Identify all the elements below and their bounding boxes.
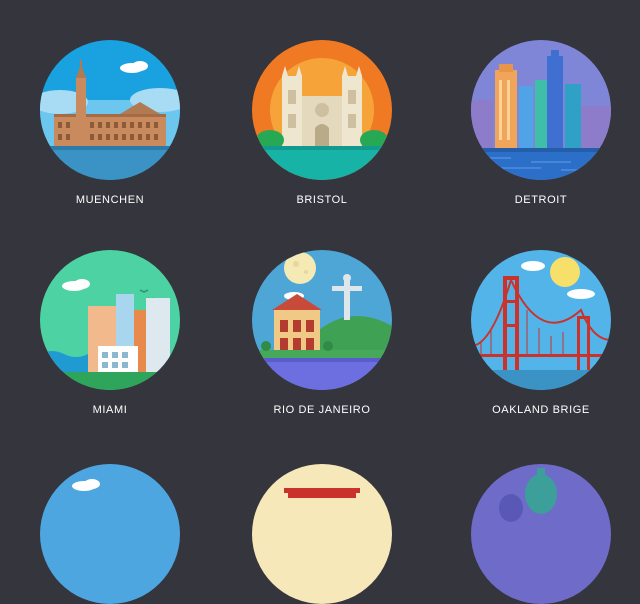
rio-de-janeiro-badge-illustration: [252, 250, 392, 390]
partial-badge-illustration: [252, 464, 392, 604]
bristol-badge-illustration: [252, 40, 392, 180]
oakland-brige-badge-illustration: [471, 250, 611, 390]
city-label: MIAMI: [92, 404, 128, 416]
detroit-badge-illustration: [471, 40, 611, 180]
city-label: RIO DE JANEIRO: [273, 404, 371, 416]
city-label: BRISTOL: [296, 194, 348, 206]
city-label: OAKLAND BRIGE: [492, 404, 590, 416]
city-label: DETROIT: [514, 194, 568, 206]
miami-badge-illustration: [40, 250, 180, 390]
partial-badge-illustration: [40, 464, 180, 604]
partial-badge-illustration: [471, 464, 611, 604]
city-label: MUENCHEN: [75, 194, 145, 206]
muenchen-badge-illustration: [40, 40, 180, 180]
